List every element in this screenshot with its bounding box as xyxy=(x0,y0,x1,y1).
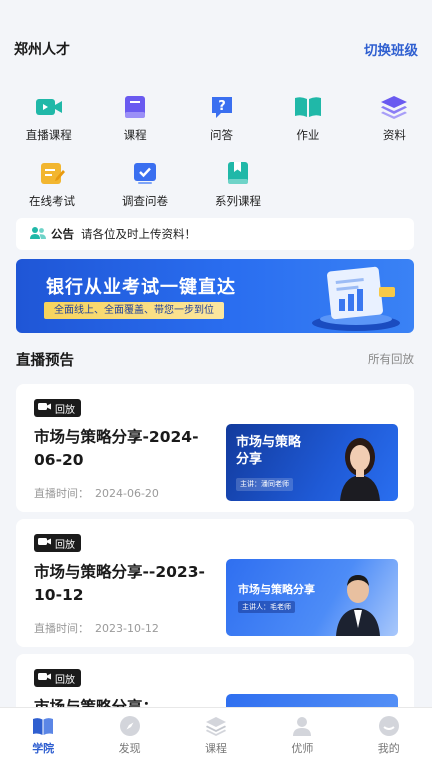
badge-label: 回放 xyxy=(55,404,75,416)
menu-item-survey[interactable]: 调查问卷 xyxy=(104,154,186,220)
section-title: 直播预告 xyxy=(16,352,74,369)
bottom-tab-bar: 学院 发现 课程 优师 我的 xyxy=(0,707,432,768)
menu-label: 课程 xyxy=(123,128,147,142)
notice-bar[interactable]: 公告 请各位及时上传资料！ xyxy=(16,218,414,250)
presenter-photo xyxy=(336,575,380,636)
tab-teachers[interactable]: 优师 xyxy=(259,708,345,768)
live-card[interactable]: 回放 市场与策略分享-2024-06-20 直播时间： 2024-06-20 市场… xyxy=(16,384,414,512)
compass-icon xyxy=(119,715,141,737)
edit-icon xyxy=(37,158,67,188)
date-label: 直播时间： xyxy=(34,487,89,500)
tab-academy[interactable]: 学院 xyxy=(0,708,86,768)
menu-label: 直播课程 xyxy=(25,128,72,142)
banner-subtitle: 全面线上、全面覆盖、带您一步到位 xyxy=(44,302,224,319)
replay-badge: 回放 xyxy=(34,399,81,417)
menu-item-series-courses[interactable]: 系列课程 xyxy=(197,154,279,220)
replay-badge: 回放 xyxy=(34,669,81,687)
card-date: 直播时间： 2024-06-20 xyxy=(34,485,159,501)
notice-tag: 公告 xyxy=(51,227,74,241)
book-icon xyxy=(120,92,150,122)
layers-icon xyxy=(379,92,409,122)
tab-label: 课程 xyxy=(204,742,227,755)
group-icon xyxy=(30,225,46,244)
academy-icon xyxy=(32,715,54,737)
camera-icon xyxy=(38,537,51,549)
all-replays-link[interactable]: 所有回放 xyxy=(368,351,414,367)
card-thumbnail: 市场与策略 分享 主讲：潘同老师 xyxy=(226,424,398,501)
tab-label: 发现 xyxy=(118,742,141,755)
tab-label: 学院 xyxy=(32,742,55,755)
replay-badge: 回放 xyxy=(34,534,81,552)
menu-item-homework[interactable]: 作业 xyxy=(270,88,345,154)
badge-label: 回放 xyxy=(55,674,75,686)
thumbnail-speaker: 主讲人：毛老师 xyxy=(238,601,295,613)
tab-label: 优师 xyxy=(291,742,314,755)
menu-label: 问答 xyxy=(210,128,234,142)
date-value: 2023-10-12 xyxy=(95,622,159,635)
menu-item-live-courses[interactable]: 直播课程 xyxy=(11,88,86,154)
menu-label: 在线考试 xyxy=(29,194,75,208)
tab-discover[interactable]: 发现 xyxy=(86,708,172,768)
camera-icon xyxy=(38,672,51,684)
card-title: 市场与策略分享--2023-10-12 xyxy=(34,563,205,604)
menu-item-qa[interactable]: ? 问答 xyxy=(184,88,259,154)
menu-item-courses[interactable]: 课程 xyxy=(97,88,172,154)
promo-banner[interactable]: 银行从业考试一键直达 全面线上、全面覆盖、带您一步到位 xyxy=(16,259,414,333)
camera-icon xyxy=(38,402,51,414)
thumbnail-speaker: 主讲：潘同老师 xyxy=(236,478,293,491)
checklist-icon xyxy=(130,158,160,188)
badge-label: 回放 xyxy=(55,539,75,551)
bookmark-book-icon xyxy=(223,158,253,188)
layers-icon xyxy=(205,715,227,737)
presenter-photo xyxy=(340,438,380,501)
page-title: 郑州人才 xyxy=(14,42,70,58)
switch-class-button[interactable]: 切换班级 xyxy=(364,39,418,59)
menu-item-materials[interactable]: 资料 xyxy=(357,88,432,154)
menu-label: 调查问卷 xyxy=(122,194,168,208)
thumbnail-title: 市场与策略分享 xyxy=(238,583,315,596)
date-label: 直播时间： xyxy=(34,622,89,635)
feature-grid: 直播课程 课程 ? 问答 作业 资料 在线考试 调查问卷 系列课程 xyxy=(0,88,432,220)
svg-text:?: ? xyxy=(218,99,226,114)
app-screen: 郑州人才 切换班级 直播课程 课程 ? 问答 作业 资料 在线考试 调查问卷 系… xyxy=(0,0,432,768)
exam-document-illustration xyxy=(312,266,400,331)
card-title: 市场与策略分享-2024-06-20 xyxy=(34,428,199,469)
video-camera-icon xyxy=(34,92,64,122)
notice-message: 请各位及时上传资料！ xyxy=(81,227,196,241)
chat-face-icon xyxy=(378,715,400,737)
open-book-icon xyxy=(293,92,323,122)
tab-mine[interactable]: 我的 xyxy=(346,708,432,768)
question-icon: ? xyxy=(207,92,237,122)
person-icon xyxy=(291,715,313,737)
card-thumbnail: 市场与策略分享 主讲人：毛老师 xyxy=(226,559,398,636)
live-preview-header: 直播预告 所有回放 xyxy=(16,348,414,370)
top-header: 郑州人才 切换班级 xyxy=(14,36,418,62)
menu-item-online-exam[interactable]: 在线考试 xyxy=(11,154,93,220)
live-card[interactable]: 回放 市场与策略分享--2023-10-12 直播时间： 2023-10-12 市… xyxy=(16,519,414,647)
menu-label: 系列课程 xyxy=(215,194,261,208)
card-date: 直播时间： 2023-10-12 xyxy=(34,620,159,636)
tab-label: 我的 xyxy=(377,742,400,755)
menu-label: 资料 xyxy=(382,128,406,142)
menu-label: 作业 xyxy=(296,128,320,142)
banner-title: 银行从业考试一键直达 xyxy=(46,277,236,298)
thumbnail-title: 市场与策略 分享 xyxy=(236,435,302,467)
date-value: 2024-06-20 xyxy=(95,487,159,500)
tab-courses[interactable]: 课程 xyxy=(173,708,259,768)
